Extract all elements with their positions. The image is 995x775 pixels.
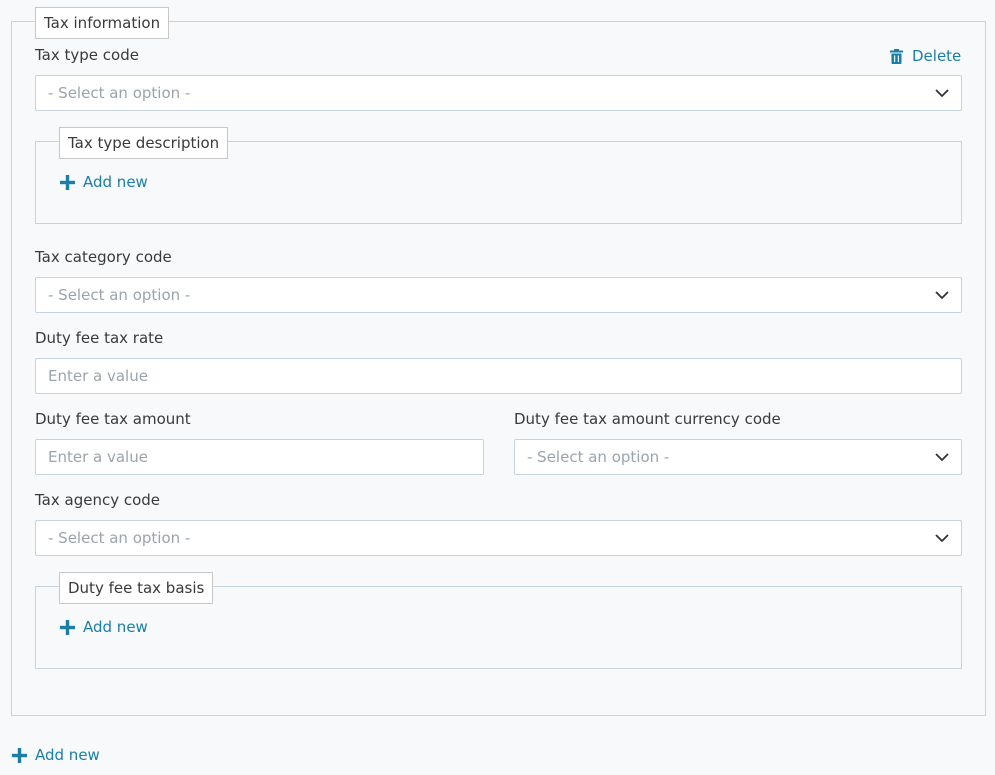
duty-fee-tax-basis-add-label: Add new (83, 618, 148, 636)
tax-category-code-label: Tax category code (35, 248, 172, 266)
chevron-down-icon (935, 89, 949, 98)
duty-fee-tax-amount-currency-code-label: Duty fee tax amount currency code (514, 410, 781, 428)
delete-button[interactable]: Delete (890, 47, 961, 65)
tax-agency-code-label: Tax agency code (35, 491, 161, 509)
tax-information-add-button[interactable]: Add new (12, 746, 100, 764)
trash-icon (890, 48, 903, 64)
tax-type-description-add-button[interactable]: Add new (60, 173, 148, 191)
plus-icon (60, 174, 75, 190)
tax-type-description-legend: Tax type description (59, 127, 229, 159)
duty-fee-tax-rate-label: Duty fee tax rate (35, 329, 164, 347)
tax-information-legend: Tax information (35, 7, 170, 39)
plus-icon (60, 619, 75, 635)
duty-fee-tax-rate-input[interactable]: Enter a value (35, 358, 962, 394)
duty-fee-tax-amount-input[interactable]: Enter a value (35, 439, 484, 475)
tax-type-code-select[interactable]: - Select an option - (35, 75, 962, 111)
duty-fee-tax-amount-placeholder: Enter a value (48, 448, 148, 466)
duty-fee-tax-rate-placeholder: Enter a value (48, 367, 148, 385)
tax-agency-code-select[interactable]: - Select an option - (35, 520, 962, 556)
duty-fee-tax-amount-label: Duty fee tax amount (35, 410, 191, 428)
duty-fee-tax-basis-legend: Duty fee tax basis (59, 572, 214, 604)
chevron-down-icon (935, 453, 949, 462)
delete-label: Delete (912, 47, 962, 65)
duty-fee-tax-amount-currency-code-select[interactable]: - Select an option - (514, 439, 962, 475)
chevron-down-icon (935, 291, 949, 300)
tax-agency-code-placeholder: - Select an option - (48, 529, 191, 547)
tax-category-code-placeholder: - Select an option - (48, 286, 191, 304)
tax-category-code-select[interactable]: - Select an option - (35, 277, 962, 313)
tax-information-add-label: Add new (35, 746, 100, 764)
duty-fee-tax-basis-add-button[interactable]: Add new (60, 618, 148, 636)
tax-type-description-add-label: Add new (83, 173, 148, 191)
tax-type-code-placeholder: - Select an option - (48, 84, 191, 102)
chevron-down-icon (935, 534, 949, 543)
duty-fee-tax-amount-currency-code-placeholder: - Select an option - (527, 448, 670, 466)
plus-icon (12, 747, 27, 763)
tax-type-code-label: Tax type code (35, 46, 139, 64)
